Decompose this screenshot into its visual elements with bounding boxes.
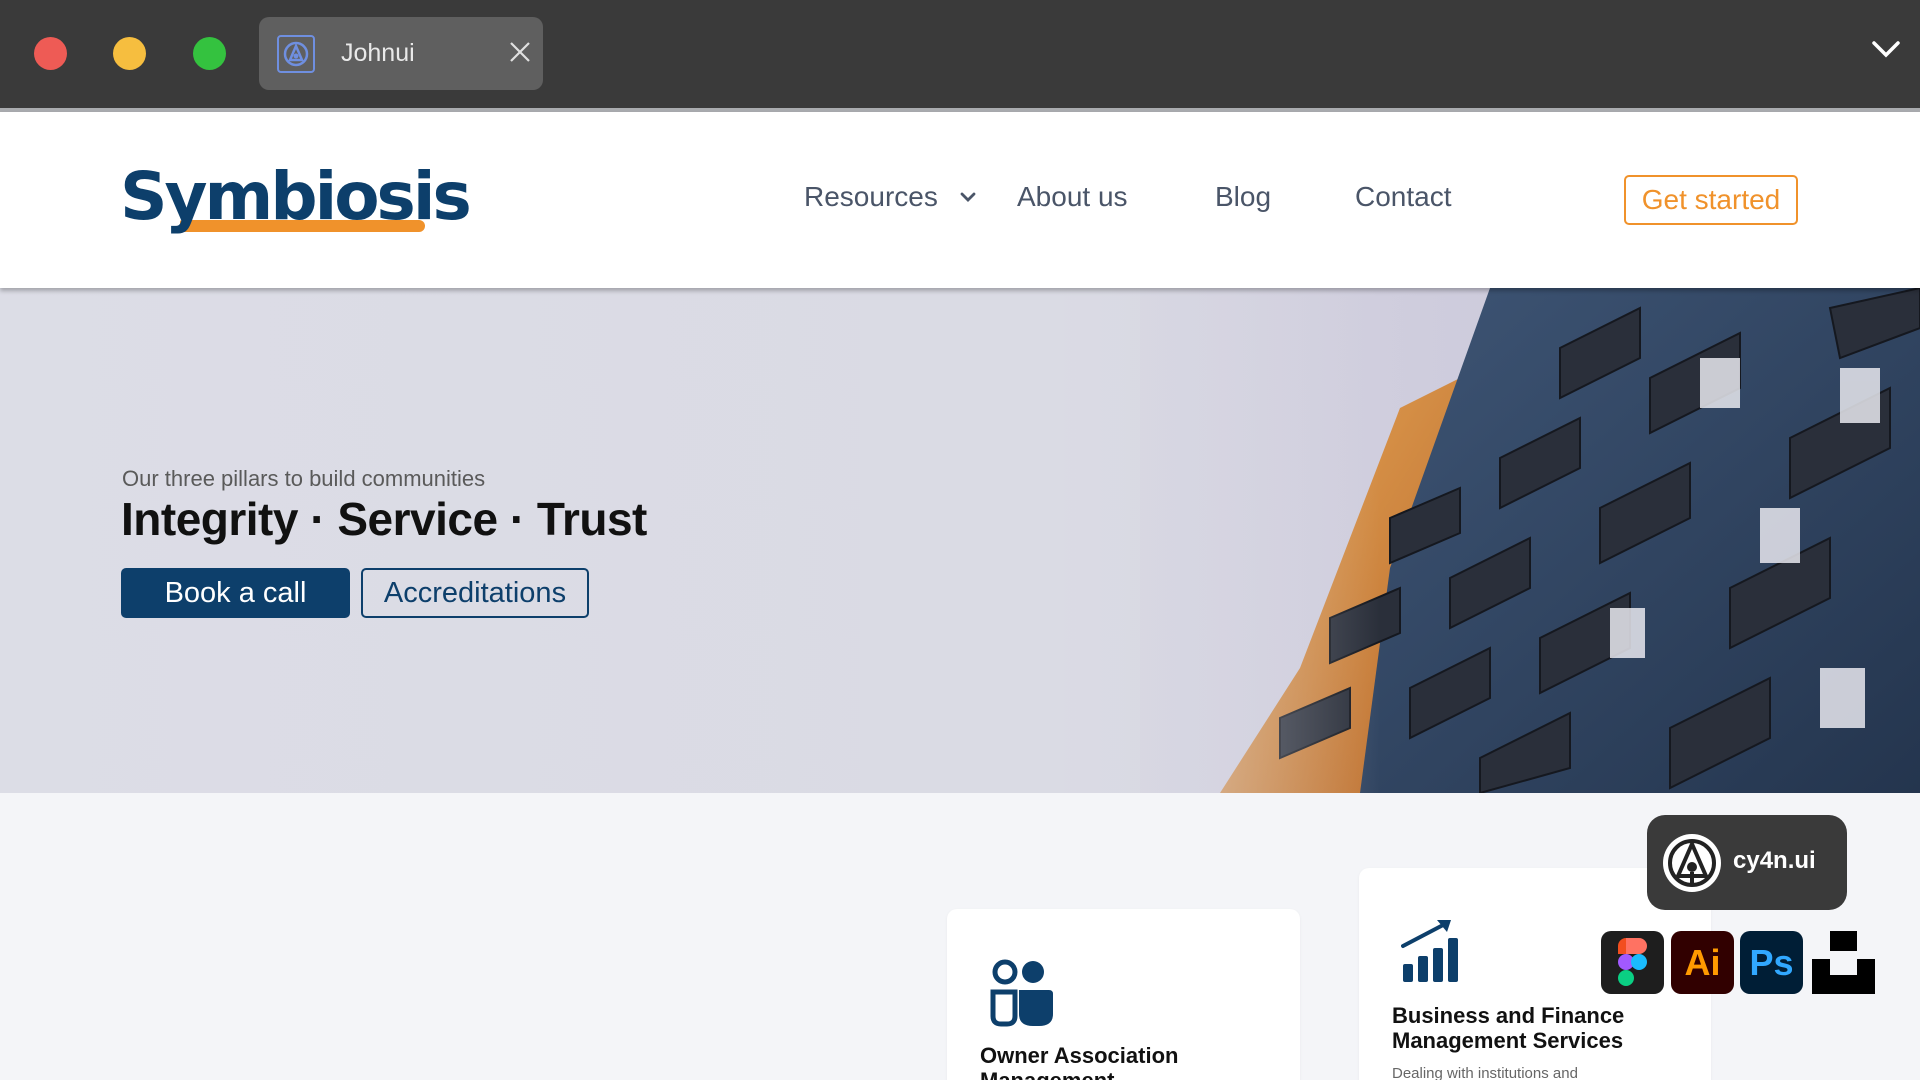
photoshop-icon: Ps <box>1740 931 1803 994</box>
minimize-window-button[interactable] <box>113 37 146 70</box>
site-header: Symbiosis Resources About us Blog Contac… <box>0 112 1920 288</box>
unsplash-icon <box>1812 931 1875 994</box>
nav-about-us[interactable]: About us <box>1017 180 1128 214</box>
tab-title: Johnui <box>341 39 415 67</box>
service-title: Owner Association Management <box>980 1043 1179 1080</box>
close-window-button[interactable] <box>34 37 67 70</box>
cy4n-badge: cy4n.ui <box>1647 815 1847 910</box>
logo-text: Symbiosis <box>120 158 472 235</box>
bar-chart-growth-icon <box>1401 920 1458 982</box>
people-icon <box>990 959 1053 1027</box>
browser-tab[interactable]: Johnui <box>259 17 543 90</box>
service-description: Dealing with institutions and <box>1392 1065 1578 1080</box>
hero-section: Our three pillars to build communities I… <box>0 288 1920 793</box>
service-title: Business and Finance Management Services <box>1392 1003 1625 1053</box>
service-card-owner-association[interactable]: Owner Association Management <box>947 909 1300 1080</box>
close-tab-icon[interactable] <box>509 41 531 66</box>
nav-resources[interactable]: Resources <box>804 180 938 214</box>
nav-contact[interactable]: Contact <box>1355 180 1452 214</box>
cy4n-logo-icon <box>1663 834 1721 892</box>
browser-chrome: Johnui <box>0 0 1920 108</box>
hero-fade <box>860 288 1380 793</box>
nav-blog[interactable]: Blog <box>1215 180 1271 214</box>
badge-brand: cy4n.ui <box>1733 847 1816 874</box>
hero-title: Integrity · Service · Trust <box>121 493 647 545</box>
favicon-icon <box>277 35 315 73</box>
chevron-down-icon[interactable] <box>1872 40 1900 63</box>
book-a-call-button[interactable]: Book a call <box>121 568 350 618</box>
maximize-window-button[interactable] <box>193 37 226 70</box>
get-started-button[interactable]: Get started <box>1624 175 1798 225</box>
figma-icon <box>1601 931 1664 994</box>
chevron-down-icon[interactable] <box>960 190 976 208</box>
illustrator-icon: Ai <box>1671 931 1734 994</box>
hero-subtitle: Our three pillars to build communities <box>122 466 486 491</box>
accreditations-button[interactable]: Accreditations <box>361 568 589 618</box>
logo[interactable]: Symbiosis <box>120 158 472 235</box>
